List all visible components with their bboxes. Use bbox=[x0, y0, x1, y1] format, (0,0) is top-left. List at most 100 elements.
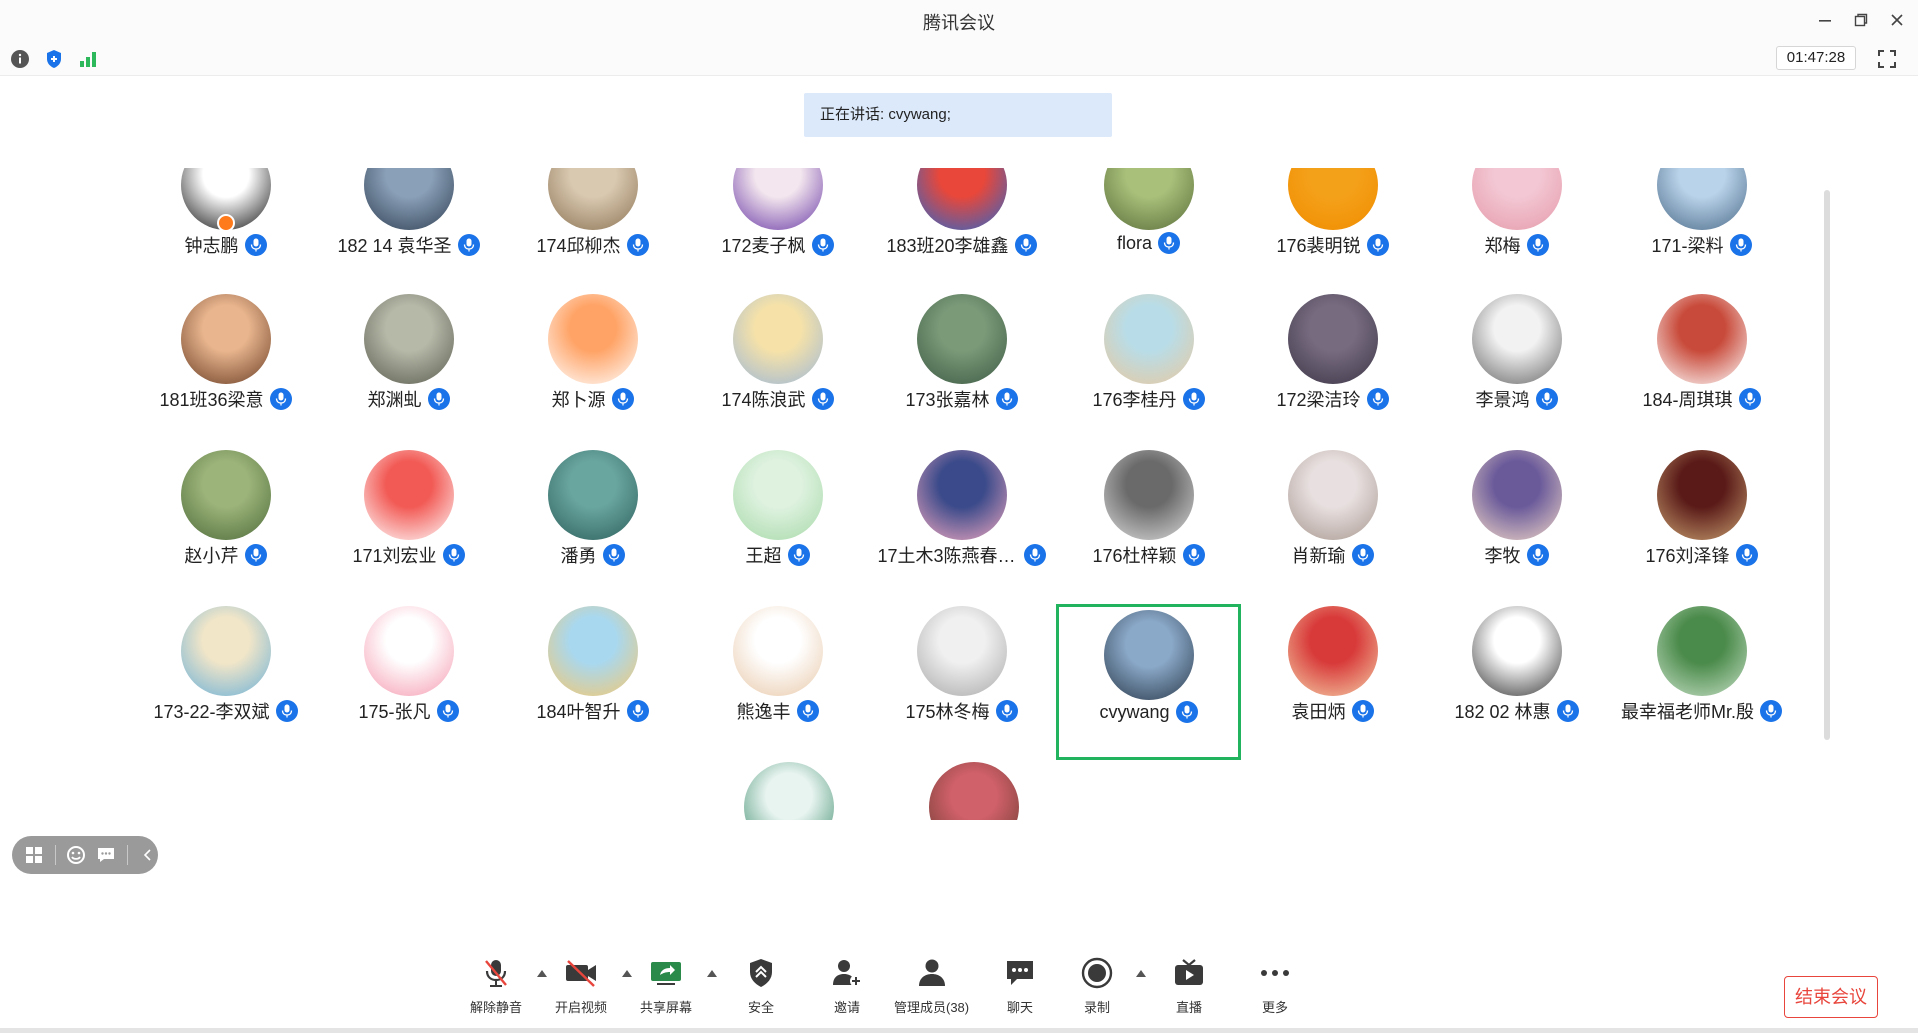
minimize-button[interactable] bbox=[1810, 6, 1840, 34]
participant-tile[interactable]: 郑卜源 bbox=[500, 292, 685, 448]
reaction-button[interactable] bbox=[65, 844, 86, 866]
participant-name: 17土木3陈燕春1... bbox=[877, 546, 1018, 566]
security-icon bbox=[750, 959, 772, 987]
view-switch-button[interactable] bbox=[24, 844, 45, 866]
mic-icon bbox=[269, 388, 292, 410]
host-badge bbox=[216, 214, 235, 232]
participant-name: 176杜梓颖 bbox=[1092, 546, 1177, 566]
share-options-caret[interactable] bbox=[705, 967, 719, 979]
participant-tile[interactable]: 176杜梓颖 bbox=[1056, 448, 1241, 604]
collapse-toolbar-button[interactable] bbox=[137, 844, 158, 866]
participant-tile[interactable]: 182 14 袁华圣 bbox=[316, 168, 501, 294]
avatar bbox=[1103, 450, 1194, 540]
record-options-caret[interactable] bbox=[1134, 967, 1148, 979]
participant-tile[interactable]: 173张嘉林 bbox=[869, 292, 1054, 448]
minimize-icon bbox=[1819, 20, 1831, 22]
participant-name-row: 李牧 bbox=[1424, 542, 1609, 568]
participant-tile[interactable]: 王超 bbox=[685, 448, 870, 604]
participant-tile[interactable]: 174陈浪武 bbox=[685, 292, 870, 448]
participant-tile[interactable]: flora bbox=[1056, 168, 1241, 294]
participant-name-row: 最幸福老师Mr.殷 bbox=[1609, 698, 1794, 724]
avatar bbox=[743, 762, 834, 820]
invite-button[interactable]: 邀请 bbox=[830, 955, 864, 1025]
participant-name: 郑梅 bbox=[1484, 236, 1521, 256]
participant-tile[interactable]: 郑梅 bbox=[1424, 168, 1609, 294]
participant-name: 175-张凡 bbox=[358, 702, 431, 722]
meeting-info-button[interactable] bbox=[9, 48, 31, 70]
participant-tile[interactable]: 郑渊虬 bbox=[316, 292, 501, 448]
info-icon bbox=[11, 50, 29, 68]
participant-tile[interactable]: 183班20李雄鑫 bbox=[869, 168, 1054, 294]
fullscreen-icon bbox=[1878, 50, 1896, 68]
participant-tile[interactable]: 175-张凡 bbox=[316, 604, 501, 760]
video-options-caret[interactable] bbox=[620, 967, 634, 979]
participant-tile[interactable]: 171-梁料 bbox=[1609, 168, 1794, 294]
bullet-chat-button[interactable] bbox=[96, 844, 117, 866]
participant-name-row: 熊逸丰 bbox=[685, 698, 870, 724]
participant-name: cvywang bbox=[1099, 701, 1170, 722]
live-icon bbox=[1175, 959, 1203, 985]
participant-name: 176李桂丹 bbox=[1092, 390, 1177, 410]
participant-name-row: 郑梅 bbox=[1424, 232, 1609, 258]
close-button[interactable] bbox=[1882, 6, 1912, 34]
participant-tile[interactable]: 184叶智升 bbox=[500, 604, 685, 760]
record-icon bbox=[1081, 957, 1113, 989]
manage-members-button[interactable]: 管理成员(38) bbox=[894, 955, 969, 1025]
participant-tile[interactable]: 肖新瑜 bbox=[1240, 448, 1425, 604]
participant-tile[interactable]: 184-周琪琪 bbox=[1609, 292, 1794, 448]
share-screen-button[interactable]: 共享屏幕 bbox=[640, 955, 692, 1025]
more-button[interactable]: 更多 bbox=[1258, 955, 1292, 1025]
participant-tile[interactable]: 181班36梁意 bbox=[133, 292, 318, 448]
participant-name: 李牧 bbox=[1484, 546, 1521, 566]
participant-tile[interactable]: 钟志鹏 bbox=[133, 168, 318, 294]
participant-tile[interactable]: 171刘宏业 bbox=[316, 448, 501, 604]
mic-icon bbox=[811, 234, 834, 256]
start-video-button[interactable]: 开启视频 bbox=[555, 955, 607, 1025]
participant-tile[interactable]: 李景鸿 bbox=[1424, 292, 1609, 448]
restore-button[interactable] bbox=[1846, 6, 1876, 34]
security-button[interactable]: 安全 bbox=[744, 955, 778, 1025]
participant-tile[interactable]: 172梁洁玲 bbox=[1240, 292, 1425, 448]
participant-tile[interactable]: 赵小芹 bbox=[133, 448, 318, 604]
avatar bbox=[1656, 450, 1747, 540]
participant-tile[interactable] bbox=[881, 760, 1066, 820]
participant-name-row: 王超 bbox=[685, 542, 870, 568]
more-icon bbox=[1261, 970, 1289, 976]
participant-tile[interactable]: 172麦子枫 bbox=[685, 168, 870, 294]
participant-tile[interactable]: 175林冬梅 bbox=[869, 604, 1054, 760]
participant-tile[interactable] bbox=[696, 760, 881, 820]
record-button[interactable]: 录制 bbox=[1080, 955, 1114, 1025]
participant-tile[interactable]: 袁田炳 bbox=[1240, 604, 1425, 760]
participant-tile[interactable]: 176刘泽锋 bbox=[1609, 448, 1794, 604]
participant-tile[interactable]: 最幸福老师Mr.殷 bbox=[1609, 604, 1794, 760]
mic-icon bbox=[1351, 544, 1374, 566]
participant-tile[interactable]: 熊逸丰 bbox=[685, 604, 870, 760]
participant-tile[interactable]: 潘勇 bbox=[500, 448, 685, 604]
mic-icon bbox=[427, 388, 450, 410]
security-status-button[interactable] bbox=[43, 48, 65, 70]
avatar bbox=[732, 450, 823, 540]
participant-tile[interactable]: cvywang bbox=[1056, 604, 1241, 760]
participant-name-row: 174邱柳杰 bbox=[500, 232, 685, 258]
participant-tile[interactable]: 176裴明锐 bbox=[1240, 168, 1425, 294]
participant-name: 171刘宏业 bbox=[352, 546, 437, 566]
participant-tile[interactable]: 174邱柳杰 bbox=[500, 168, 685, 294]
participant-tile[interactable]: 182 02 林惠 bbox=[1424, 604, 1609, 760]
grid-scrollbar[interactable] bbox=[1824, 190, 1830, 740]
manage-members-label: 管理成员(38) bbox=[894, 1000, 970, 1015]
mic-muted-icon bbox=[485, 960, 507, 987]
fullscreen-button[interactable] bbox=[1874, 46, 1900, 72]
participant-tile[interactable]: 176李桂丹 bbox=[1056, 292, 1241, 448]
unmute-button[interactable]: 解除静音 bbox=[470, 955, 522, 1025]
title-bar: 腾讯会议 bbox=[0, 0, 1918, 40]
participant-name-row: 175林冬梅 bbox=[869, 698, 1054, 724]
chat-button[interactable]: 聊天 bbox=[1003, 955, 1037, 1025]
network-status-button[interactable] bbox=[77, 48, 99, 70]
participant-tile[interactable]: 李牧 bbox=[1424, 448, 1609, 604]
audio-options-caret[interactable] bbox=[535, 967, 549, 979]
end-meeting-button[interactable]: 结束会议 bbox=[1784, 976, 1878, 1018]
live-button[interactable]: 直播 bbox=[1172, 955, 1206, 1025]
participant-tile[interactable]: 173-22-李双斌 bbox=[133, 604, 318, 760]
avatar bbox=[547, 606, 638, 696]
participant-tile[interactable]: 17土木3陈燕春1... bbox=[869, 448, 1054, 604]
